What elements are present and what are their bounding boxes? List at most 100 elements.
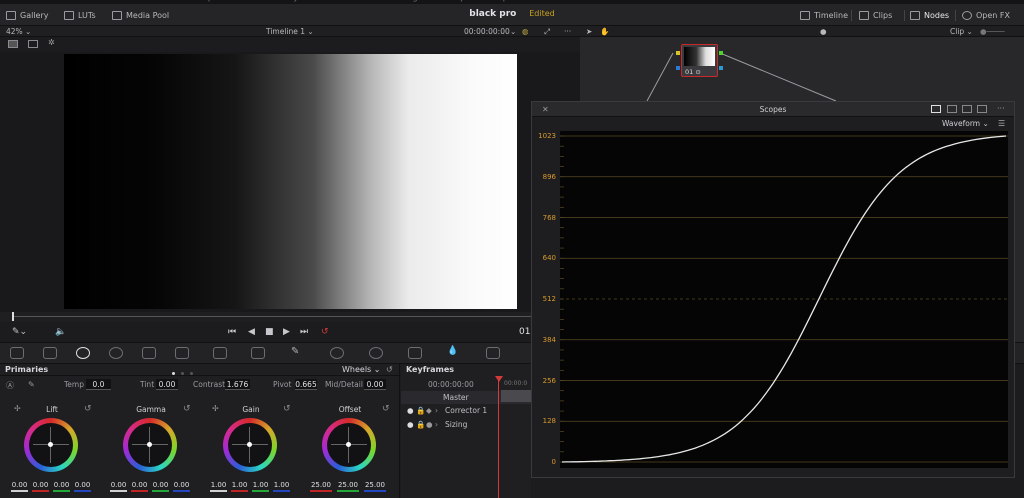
gain-g-value[interactable]: 1.00 [252, 480, 269, 492]
tracker-icon[interactable] [369, 347, 383, 359]
middetail-field[interactable]: 0.00 [364, 379, 386, 390]
curves-icon[interactable] [213, 347, 227, 359]
gamma-wheel-handle[interactable] [147, 442, 152, 447]
menu-item[interactable]: Clip [198, 0, 213, 2]
lift-wheel[interactable] [24, 418, 78, 472]
offset-r-value[interactable]: 25.00 [310, 480, 332, 492]
clips-button[interactable]: Clips [859, 8, 892, 22]
motion-effects-icon[interactable] [175, 347, 189, 359]
color-warper-icon[interactable] [251, 347, 265, 359]
grid-layout-icon[interactable] [977, 105, 987, 113]
menu-item[interactable]: Workspace [436, 0, 480, 2]
gain-reset-icon[interactable]: ↺ [283, 404, 291, 414]
eye-icon[interactable]: ● [407, 404, 414, 417]
last-frame-icon[interactable]: ⏭ [300, 327, 308, 337]
menu-item[interactable]: Help [490, 0, 508, 2]
gain-r-value[interactable]: 1.00 [231, 480, 248, 492]
gamma-y-value[interactable]: 0.00 [110, 480, 127, 492]
pointer-icon[interactable]: ➤ [586, 26, 592, 37]
chevron-down-icon[interactable]: ⌄ [510, 26, 516, 37]
node-key-input[interactable] [676, 66, 680, 70]
gamma-wheel[interactable] [123, 418, 177, 472]
contrast-field[interactable]: 1.676 [225, 379, 250, 390]
lift-wheel-handle[interactable] [48, 442, 53, 447]
eyedropper-icon[interactable]: ✎⌄ [12, 327, 27, 337]
gamma-reset-icon[interactable]: ↺ [183, 404, 191, 414]
menu-item[interactable]: Trim [127, 0, 144, 2]
blur-icon[interactable]: 💧 [447, 346, 461, 358]
play-reverse-icon[interactable]: ◀ [248, 327, 255, 337]
stop-icon[interactable]: ■ [265, 327, 274, 337]
offset-wheel[interactable] [322, 418, 376, 472]
offset-g-value[interactable]: 25.00 [337, 480, 359, 492]
audio-icon[interactable]: 🔈 [55, 327, 66, 337]
menu-item[interactable]: Mark [223, 0, 243, 2]
lift-reset-icon[interactable]: ↺ [84, 404, 92, 414]
menu-item[interactable]: View [253, 0, 272, 2]
keyframes-row-corrector[interactable]: ● 🔒 ◆ › Corrector 1 [401, 404, 531, 417]
lock-icon[interactable]: 🔒 [416, 404, 425, 417]
quad-layout-icon[interactable] [962, 105, 972, 113]
color-match-icon[interactable] [43, 347, 57, 359]
node-rgb-output[interactable] [719, 51, 723, 55]
wheels-mode-select[interactable]: Wheels ⌄ [342, 365, 380, 374]
menu-items[interactable]: DaVinci Resolve File Edit Trim Timeline Clip M… [4, 0, 518, 2]
auto-balance-icon[interactable]: Ⓐ [6, 380, 14, 391]
offset-reset-icon[interactable]: ↺ [382, 404, 390, 414]
keyframes-row-sizing[interactable]: ● 🔒 ● › Sizing [401, 418, 531, 431]
corrector-node-01[interactable]: 01 ⊙ [681, 44, 718, 77]
gain-picker-icon[interactable]: ✢ [212, 404, 219, 413]
gamma-g-value[interactable]: 0.00 [152, 480, 169, 492]
node-key-output[interactable] [719, 66, 723, 70]
picker-icon[interactable]: ✎ [28, 380, 35, 389]
zoom-slider[interactable]: ●──── [980, 26, 1005, 37]
menu-item[interactable]: Edit [101, 0, 117, 2]
menu-item[interactable]: DaVinci Resolve [4, 0, 68, 2]
single-layout-icon[interactable] [931, 105, 941, 113]
timeline-select[interactable]: Timeline 1 ⌄ [266, 26, 314, 37]
lift-b-value[interactable]: 0.00 [74, 480, 91, 492]
color-wheel-icon[interactable]: ◍ [522, 26, 529, 37]
timeline-button[interactable]: Timeline [800, 8, 848, 22]
dual-layout-icon[interactable] [947, 105, 957, 113]
camera-raw-icon[interactable] [10, 347, 24, 359]
reset-all-icon[interactable]: ↺ [386, 365, 393, 374]
playhead-marker[interactable] [495, 376, 503, 382]
offset-b-value[interactable]: 25.00 [364, 480, 386, 492]
hand-icon[interactable]: ✋ [600, 26, 609, 37]
play-icon[interactable]: ▶ [283, 327, 290, 337]
keyframe-diamond-icon[interactable]: ◆ [426, 404, 432, 417]
menu-item[interactable]: Color [363, 0, 384, 2]
offset-wheel-handle[interactable] [346, 442, 351, 447]
qualifier-icon[interactable]: ✎ [291, 346, 305, 358]
gain-wheel[interactable] [223, 418, 277, 472]
gain-wheel-handle[interactable] [247, 442, 252, 447]
chevron-right-icon[interactable]: › [435, 404, 438, 417]
first-frame-icon[interactable]: ⏮ [228, 327, 236, 337]
rgb-mixer-icon[interactable] [142, 347, 156, 359]
window-icon[interactable] [330, 347, 344, 359]
menu-item[interactable]: Fusion [327, 0, 353, 2]
viewer-scrubber[interactable] [0, 312, 580, 322]
menu-item[interactable]: File [78, 0, 91, 2]
gain-y-value[interactable]: 1.00 [210, 480, 227, 492]
primaries-wheels-icon[interactable] [76, 347, 90, 359]
menu-item[interactable]: Fairlight [394, 0, 426, 2]
scrub-playhead[interactable] [12, 312, 14, 321]
highlight-icon[interactable]: ✲ [48, 38, 58, 47]
scope-type-select[interactable]: Waveform ⌄ [942, 119, 989, 128]
menu-item[interactable]: Timeline [154, 0, 188, 2]
node-mode-select[interactable]: Clip ⌄ [950, 26, 973, 37]
lift-g-value[interactable]: 0.00 [53, 480, 70, 492]
tint-field[interactable]: 0.00 [156, 379, 178, 390]
open-fx-button[interactable]: Open FX [962, 8, 1010, 22]
keyframe-track[interactable] [501, 390, 531, 402]
eye-icon[interactable]: ● [407, 418, 414, 431]
temp-field[interactable]: 0.0 [86, 379, 111, 390]
lock-icon[interactable]: 🔒 [416, 418, 425, 431]
chevron-right-icon[interactable]: › [435, 418, 438, 431]
loop-icon[interactable]: ↺ [321, 327, 329, 337]
node-rgb-input[interactable] [676, 51, 680, 55]
keyframe-dot-icon[interactable]: ● [426, 418, 433, 431]
scope-settings-icon[interactable]: ☰ [998, 119, 1005, 128]
